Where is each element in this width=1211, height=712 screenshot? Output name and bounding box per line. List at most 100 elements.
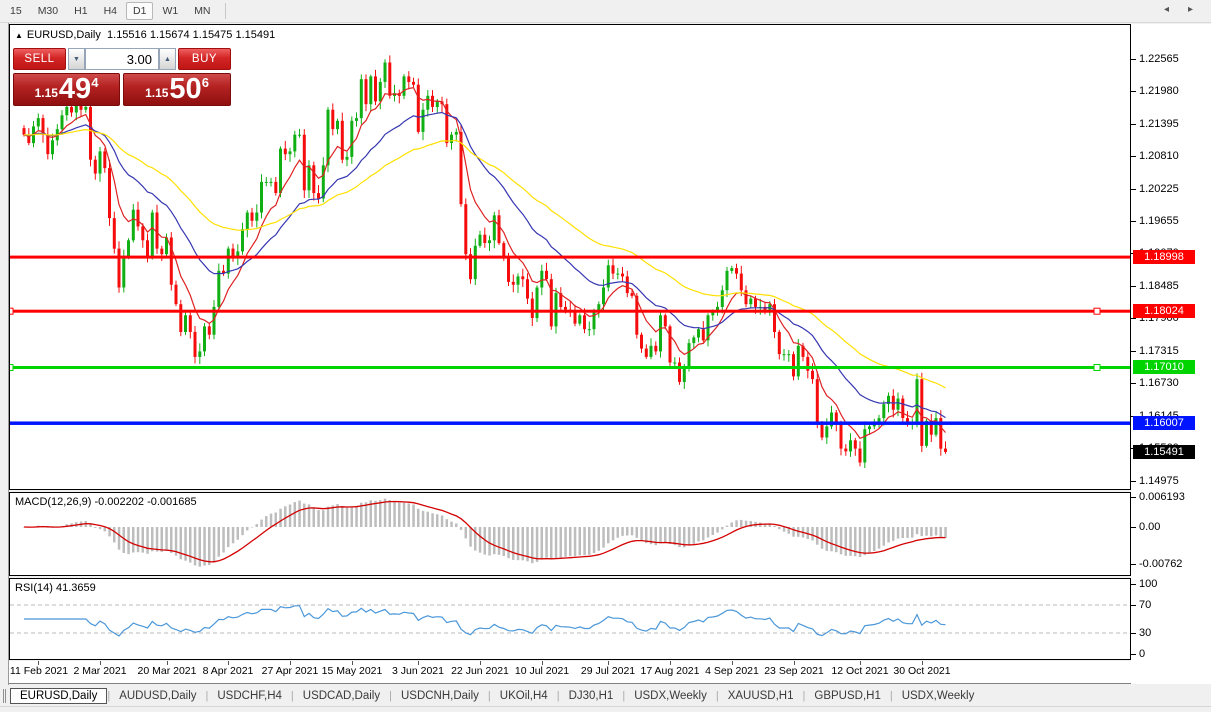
chart-tab-usdcnh-daily[interactable]: USDCNH,Daily [392, 689, 488, 703]
macd-tick-mark [1131, 527, 1136, 528]
chart-tab-audusd-daily[interactable]: AUDUSD,Daily [110, 689, 205, 703]
hline-1.18998 [10, 256, 1130, 259]
up-arrow-icon: ▲ [164, 56, 171, 63]
macd-tick-mark [1131, 564, 1136, 565]
ask-pip-digit: 6 [202, 75, 209, 90]
timeframe-button-h4[interactable]: H4 [97, 2, 124, 20]
chart-tab-usdcad-daily[interactable]: USDCAD,Daily [294, 689, 389, 703]
rsi-tick-label: 30 [1139, 627, 1151, 639]
date-label: 8 Apr 2021 [203, 665, 254, 677]
main-chart-panel[interactable]: ▲EURUSD,Daily 1.15516 1.15674 1.15475 1.… [9, 24, 1131, 490]
tab-bar-grip [3, 689, 6, 703]
price-tick-label: 1.17315 [1139, 345, 1179, 357]
price-tick-label: 1.18485 [1139, 280, 1179, 292]
volume-input[interactable] [85, 48, 159, 70]
date-label: 29 Jul 2021 [581, 665, 635, 677]
chart-tab-usdx-weekly-2[interactable]: USDX,Weekly [893, 689, 984, 703]
date-label: 2 Mar 2021 [73, 665, 126, 677]
rsi-tick-label: 0 [1139, 648, 1145, 660]
macd-indicator-panel[interactable]: MACD(12,26,9) -0.002202 -0.001685 [9, 492, 1131, 576]
price-tick-mark [1131, 318, 1136, 319]
tabs-scroll-left-icon[interactable]: ◂ [1164, 4, 1169, 15]
chart-tab-gbpusd-h1[interactable]: GBPUSD,H1 [805, 689, 889, 703]
down-arrow-icon: ▼ [73, 56, 80, 63]
bid-big-digits: 49 [59, 75, 91, 104]
date-label: 23 Sep 2021 [764, 665, 824, 677]
date-label: 30 Oct 2021 [893, 665, 950, 677]
timeframe-toolbar: 15M30H1H4D1W1MN [0, 0, 1211, 23]
volume-increase-button[interactable]: ▲ [159, 48, 176, 70]
price-tick-mark [1131, 189, 1136, 190]
timeframe-button-m30[interactable]: M30 [31, 2, 65, 20]
price-tick-mark [1131, 383, 1136, 384]
ma-mid-line [24, 113, 946, 418]
price-scale[interactable]: 1.22565 1.21980 1.21395 1.20810 1.20225 1.196… [1131, 24, 1211, 684]
chart-header: ▲EURUSD,Daily 1.15516 1.15674 1.15475 1.… [15, 29, 275, 41]
timeframe-button-d1[interactable]: D1 [126, 2, 153, 20]
toolbar-separator [225, 3, 226, 19]
timeframe-button-mn[interactable]: MN [187, 2, 217, 20]
collapse-triangle-icon[interactable]: ▲ [15, 31, 23, 40]
one-click-trade-widget: SELL ▼ ▲ BUY 1.15 49 4 1.15 50 6 [13, 46, 235, 131]
chart-tab-dj30-h1[interactable]: DJ30,H1 [560, 689, 623, 703]
macd-tick-label: -0.00762 [1139, 558, 1182, 570]
price-tick-label: 1.20810 [1139, 150, 1179, 162]
rsi-tick-mark [1131, 605, 1136, 606]
bid-prefix: 1.15 [35, 86, 58, 100]
sell-button[interactable]: SELL [13, 48, 66, 70]
current-price-label: 1.15491 [1133, 445, 1195, 459]
ask-quote-panel[interactable]: 1.15 50 6 [123, 73, 231, 106]
price-tick-label: 1.21980 [1139, 85, 1179, 97]
macd-tick-label: 0.00 [1139, 521, 1160, 533]
chart-tab-usdchf-h4[interactable]: USDCHF,H4 [208, 689, 291, 703]
timeframe-button-h1[interactable]: H1 [67, 2, 94, 20]
chart-tab-xauusd-h1[interactable]: XAUUSD,H1 [719, 689, 803, 703]
price-tick-mark [1131, 156, 1136, 157]
volume-decrease-button[interactable]: ▼ [68, 48, 85, 70]
price-tick-label: 1.16730 [1139, 377, 1179, 389]
date-label: 17 Aug 2021 [641, 665, 700, 677]
hline-price-label-1.16007: 1.16007 [1133, 416, 1195, 430]
tabs-scroll-right-icon[interactable]: ▸ [1188, 4, 1193, 15]
price-tick-mark [1131, 351, 1136, 352]
macd-tick-label: 0.006193 [1139, 491, 1185, 503]
macd-histogram [23, 499, 947, 567]
chart-tab-bar: EURUSD,Daily|AUDUSD,Daily|USDCHF,H4|USDC… [0, 686, 1211, 706]
chart-symbol-label: EURUSD,Daily [27, 29, 101, 41]
ask-prefix: 1.15 [145, 86, 168, 100]
price-tick-mark [1131, 286, 1136, 287]
price-tick-label: 1.21395 [1139, 118, 1179, 130]
hline-1.17010 [10, 365, 1130, 371]
date-label: 27 Apr 2021 [262, 665, 319, 677]
hline-price-label-1.17010: 1.17010 [1133, 360, 1195, 374]
chart-tab-ukoil-h4[interactable]: UKOil,H4 [491, 689, 557, 703]
rsi-tick-label: 100 [1139, 578, 1157, 590]
bid-quote-panel[interactable]: 1.15 49 4 [13, 73, 120, 106]
chart-tab-eurusd-daily[interactable]: EURUSD,Daily [10, 688, 107, 704]
rsi-tick-label: 70 [1139, 599, 1151, 611]
rsi-indicator-panel[interactable]: RSI(14) 41.3659 [9, 578, 1131, 660]
price-tick-mark [1131, 124, 1136, 125]
timeframe-button-w1[interactable]: W1 [155, 2, 185, 20]
buy-button[interactable]: BUY [178, 48, 231, 70]
bid-pip-digit: 4 [91, 75, 98, 90]
price-tick-label: 1.22565 [1139, 53, 1179, 65]
macd-title: MACD(12,26,9) -0.002202 -0.001685 [15, 496, 197, 508]
date-label: 10 Jul 2021 [515, 665, 569, 677]
price-tick-label: 1.14975 [1139, 475, 1179, 487]
rsi-line [24, 606, 946, 636]
date-label: 20 Mar 2021 [138, 665, 197, 677]
price-tick-label: 1.20225 [1139, 183, 1179, 195]
timeframe-button-15[interactable]: 15 [3, 2, 29, 20]
time-scale[interactable]: 11 Feb 20212 Mar 202120 Mar 20218 Apr 20… [9, 661, 1131, 684]
price-tick-mark [1131, 221, 1136, 222]
price-tick-label: 1.19655 [1139, 215, 1179, 227]
macd-tick-mark [1131, 497, 1136, 498]
rsi-tick-mark [1131, 584, 1136, 585]
chart-tab-usdx-weekly[interactable]: USDX,Weekly [625, 689, 716, 703]
rsi-tick-mark [1131, 633, 1136, 634]
date-label: 15 May 2021 [322, 665, 383, 677]
price-tick-mark [1131, 481, 1136, 482]
ask-big-digits: 50 [169, 75, 201, 104]
date-label: 3 Jun 2021 [392, 665, 444, 677]
